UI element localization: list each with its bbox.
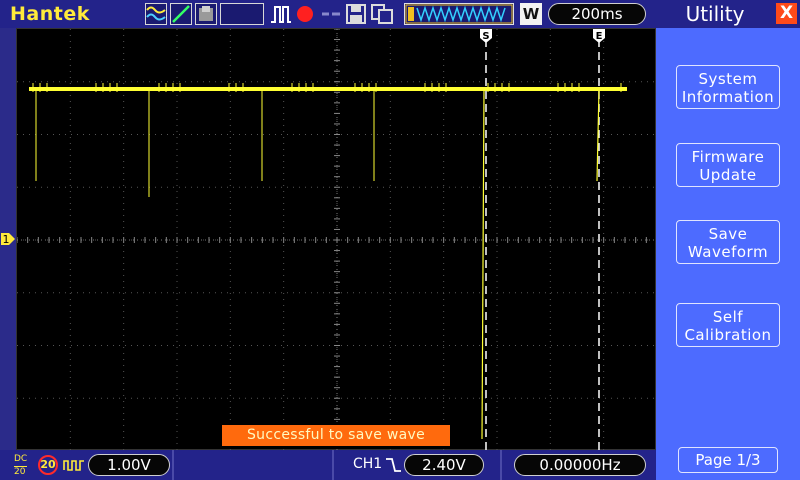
ch1-scale-readout[interactable]: 1.00V bbox=[88, 454, 170, 476]
probe-icon bbox=[63, 460, 84, 471]
ch1-marker-label: 1 bbox=[3, 233, 10, 246]
divider bbox=[332, 450, 334, 480]
waveform-mode-icon[interactable] bbox=[145, 3, 167, 25]
coupling-top: DC bbox=[14, 454, 28, 464]
cursor-s-tag-label: S bbox=[482, 31, 489, 42]
self-calibration-button[interactable]: Self Calibration bbox=[676, 303, 780, 347]
button-label-line2: Information bbox=[681, 88, 775, 106]
status-toast: Successful to save wave bbox=[222, 425, 450, 446]
bottom-status-bar: DC 20 20 1.00V CH1 2.40V 0.00000Hz bbox=[0, 450, 656, 480]
falling-edge-icon bbox=[386, 458, 401, 472]
button-label-line1: System bbox=[698, 70, 758, 88]
divider bbox=[500, 450, 502, 480]
firmware-update-button[interactable]: Firmware Update bbox=[676, 143, 780, 187]
slope-icon[interactable] bbox=[170, 3, 192, 25]
button-label-line1: Firmware bbox=[691, 148, 765, 166]
coupling-bottom: 20 bbox=[14, 466, 28, 477]
close-button[interactable]: X bbox=[776, 3, 797, 24]
cursor-e-tag-label: E bbox=[596, 31, 603, 42]
button-label-line2: Update bbox=[699, 166, 757, 184]
memory-waveform-icon bbox=[404, 3, 514, 25]
button-label-line2: Calibration bbox=[684, 326, 772, 344]
record-icon[interactable] bbox=[295, 3, 317, 25]
waveform-canvas: SE bbox=[17, 29, 657, 451]
trigger-level-readout[interactable]: 2.40V bbox=[404, 454, 484, 476]
trace-edge-s bbox=[481, 88, 485, 440]
system-information-button[interactable]: System Information bbox=[676, 65, 780, 109]
coupling-badge: DC 20 bbox=[14, 454, 28, 477]
pulse-icon bbox=[270, 3, 292, 25]
divider bbox=[172, 450, 174, 480]
save-waveform-button[interactable]: Save Waveform bbox=[676, 220, 780, 264]
persist-icon[interactable] bbox=[195, 3, 217, 25]
utility-menu-panel: Utility X System Information Firmware Up… bbox=[656, 0, 800, 480]
scope-display[interactable]: SE Successful to save wave bbox=[16, 28, 657, 451]
frequency-readout: 0.00000Hz bbox=[514, 454, 646, 476]
button-label-line1: Self bbox=[712, 308, 744, 326]
storage-icon[interactable] bbox=[370, 3, 394, 25]
button-label-line1: Save bbox=[708, 225, 748, 243]
bandwidth-limit-badge: 20 bbox=[38, 455, 58, 475]
page-button[interactable]: Page 1/3 bbox=[678, 447, 778, 473]
timebase-readout[interactable]: 200ms bbox=[548, 3, 646, 25]
window-button[interactable]: W bbox=[520, 3, 542, 25]
button-label-line2: Waveform bbox=[687, 243, 769, 261]
trigger-channel-label: CH1 bbox=[353, 456, 383, 472]
cursor-icon bbox=[320, 3, 342, 25]
top-status-bar: Hantek W 200ms bbox=[0, 0, 656, 28]
panel-title: Utility bbox=[685, 2, 745, 26]
ch1-level-marker-icon[interactable]: 1 bbox=[0, 231, 16, 247]
panel-header: Utility X bbox=[656, 0, 800, 28]
save-icon[interactable] bbox=[345, 3, 367, 25]
display-slot-icon bbox=[220, 3, 264, 25]
brand-logo: Hantek bbox=[10, 3, 90, 25]
